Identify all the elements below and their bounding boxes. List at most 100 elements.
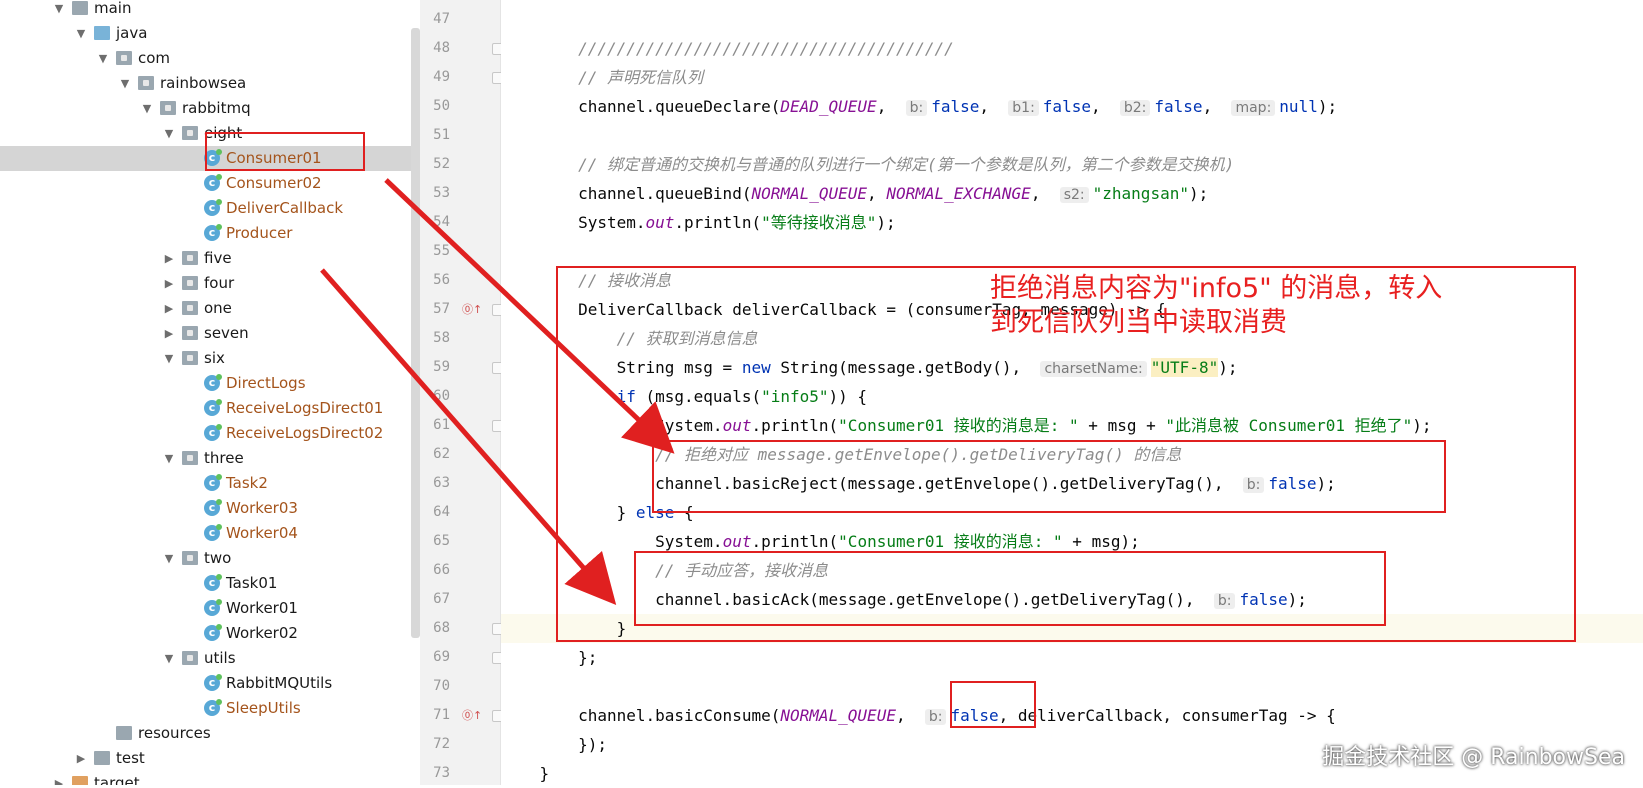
class-icon: c xyxy=(204,499,222,516)
line-number: 56 xyxy=(433,272,450,288)
tree-item[interactable]: c DirectLogs xyxy=(0,371,420,396)
code-line[interactable] xyxy=(501,237,1643,266)
line-number: 62 xyxy=(433,446,450,462)
line-number: 67 xyxy=(433,591,450,607)
override-marker-icon[interactable]: ⓪↑ xyxy=(462,295,482,324)
note-line-2: 到死信队列当中读取消费 xyxy=(990,307,1287,338)
tree-item[interactable]: resources xyxy=(0,721,420,746)
code-line[interactable]: /////////////////////////////////////// xyxy=(501,34,1643,63)
code-line[interactable]: // 声明死信队列 xyxy=(501,63,1643,92)
param-hint: b2: xyxy=(1119,100,1151,116)
collapse-arrow-icon[interactable]: ▶ xyxy=(52,771,66,785)
tree-item[interactable]: ▼ rabbitmq xyxy=(0,96,420,121)
expand-arrow-icon[interactable]: ▼ xyxy=(162,346,176,371)
tree-item[interactable]: c Producer xyxy=(0,221,420,246)
expand-arrow-icon[interactable]: ▼ xyxy=(140,96,154,121)
line-number: 55 xyxy=(433,243,450,259)
package-icon xyxy=(182,551,198,565)
code-line[interactable] xyxy=(501,672,1643,701)
tree-item[interactable]: ▶ test xyxy=(0,746,420,771)
expand-arrow-icon[interactable]: ▼ xyxy=(162,446,176,471)
tree-item-label: Worker03 xyxy=(226,499,298,517)
highlight-basicreject xyxy=(652,440,1446,513)
collapse-arrow-icon[interactable]: ▶ xyxy=(162,271,176,296)
line-number: 64 xyxy=(433,504,450,520)
class-icon: c xyxy=(204,474,222,491)
code-token: NORMAL_EXCHANGE xyxy=(886,184,1031,203)
tree-item[interactable]: c RabbitMQUtils xyxy=(0,671,420,696)
annotation-note: 拒绝消息内容为"info5" 的消息，转入 到死信队列当中读取消费 xyxy=(990,272,1510,340)
tree-item[interactable]: c Worker02 xyxy=(0,621,420,646)
code-token: // 声明死信队列 xyxy=(501,68,703,87)
tree-item[interactable]: ▶ one xyxy=(0,296,420,321)
tree-item[interactable]: ▶ four xyxy=(0,271,420,296)
code-line[interactable]: // 绑定普通的交换机与普通的队列进行一个绑定(第一个参数是队列，第二个参数是交… xyxy=(501,150,1643,179)
tree-item[interactable]: c Task01 xyxy=(0,571,420,596)
class-icon: c xyxy=(204,524,222,541)
tree-item[interactable]: c DeliverCallback xyxy=(0,196,420,221)
highlight-autoack-false xyxy=(950,681,1036,728)
expand-arrow-icon[interactable]: ▼ xyxy=(162,646,176,671)
class-icon: c xyxy=(204,374,222,391)
class-icon: c xyxy=(204,224,222,241)
tree-item[interactable]: c Consumer02 xyxy=(0,171,420,196)
expand-arrow-icon[interactable]: ▼ xyxy=(162,121,176,146)
line-number: 51 xyxy=(433,127,450,143)
expand-arrow-icon[interactable]: ▼ xyxy=(96,46,110,71)
collapse-arrow-icon[interactable]: ▶ xyxy=(162,246,176,271)
line-number: 72 xyxy=(433,736,450,752)
tree-item[interactable]: ▼ rainbowsea xyxy=(0,71,420,96)
expand-arrow-icon[interactable]: ▼ xyxy=(118,71,132,96)
tree-item-label: Worker02 xyxy=(226,624,298,642)
tree-item[interactable]: ▼ three xyxy=(0,446,420,471)
line-number: 69 xyxy=(433,649,450,665)
expand-arrow-icon[interactable]: ▼ xyxy=(74,21,88,46)
code-line[interactable]: System.out.println("等待接收消息"); xyxy=(501,208,1643,237)
line-number: 52 xyxy=(433,156,450,172)
code-token: ); xyxy=(876,213,896,232)
code-line[interactable]: channel.queueBind(NORMAL_QUEUE, NORMAL_E… xyxy=(501,179,1643,208)
param-hint: b: xyxy=(905,100,928,116)
code-line[interactable]: channel.queueDeclare(DEAD_QUEUE, b: false… xyxy=(501,92,1643,121)
tree-item[interactable]: c SleepUtils xyxy=(0,696,420,721)
tree-item-label: Worker04 xyxy=(226,524,298,542)
tree-item[interactable]: ▼ utils xyxy=(0,646,420,671)
code-token: }); xyxy=(501,735,607,754)
tree-item[interactable]: ▶ target xyxy=(0,771,420,785)
tree-item[interactable]: ▼ com xyxy=(0,46,420,71)
tree-item-label: com xyxy=(138,49,171,67)
tree-item-label: four xyxy=(204,274,235,292)
expand-arrow-icon[interactable]: ▼ xyxy=(52,0,66,21)
project-tree[interactable]: ▼ main ▼ java ▼ com ▼ rainbowsea ▼ rabbitmq ▼ eight… xyxy=(0,0,420,785)
code-line[interactable]: }; xyxy=(501,643,1643,672)
highlight-basicack xyxy=(634,551,1386,626)
tree-item[interactable]: ▼ java xyxy=(0,21,420,46)
tree-item[interactable]: c ReceiveLogsDirect01 xyxy=(0,396,420,421)
collapse-arrow-icon[interactable]: ▶ xyxy=(74,746,88,771)
tree-item[interactable]: ▶ seven xyxy=(0,321,420,346)
collapse-arrow-icon[interactable]: ▶ xyxy=(162,321,176,346)
tree-scrollbar[interactable] xyxy=(411,28,420,638)
tree-item[interactable]: ▶ five xyxy=(0,246,420,271)
collapse-arrow-icon[interactable]: ▶ xyxy=(162,296,176,321)
class-icon: c xyxy=(204,424,222,441)
expand-arrow-icon[interactable]: ▼ xyxy=(162,546,176,571)
tree-item[interactable]: c ReceiveLogsDirect02 xyxy=(0,421,420,446)
tree-item[interactable]: ▼ six xyxy=(0,346,420,371)
code-line[interactable] xyxy=(501,5,1643,34)
code-line[interactable] xyxy=(501,121,1643,150)
code-line[interactable]: channel.basicConsume(NORMAL_QUEUE, b: fal… xyxy=(501,701,1643,730)
tree-item[interactable]: c Worker03 xyxy=(0,496,420,521)
tree-item[interactable]: ▼ main xyxy=(0,0,420,21)
code-token: ); xyxy=(1188,184,1209,203)
override-marker-icon[interactable]: ⓪↑ xyxy=(462,701,482,730)
package-icon xyxy=(182,126,198,140)
class-icon: c xyxy=(204,574,222,591)
tree-item[interactable]: c Worker01 xyxy=(0,596,420,621)
code-token: , deliverCallback, consumerTag -> { xyxy=(998,706,1336,725)
tree-item[interactable]: c Task2 xyxy=(0,471,420,496)
tree-item[interactable]: ▼ two xyxy=(0,546,420,571)
package-icon xyxy=(182,301,198,315)
tree-item[interactable]: c Worker04 xyxy=(0,521,420,546)
code-token: }; xyxy=(501,648,598,667)
